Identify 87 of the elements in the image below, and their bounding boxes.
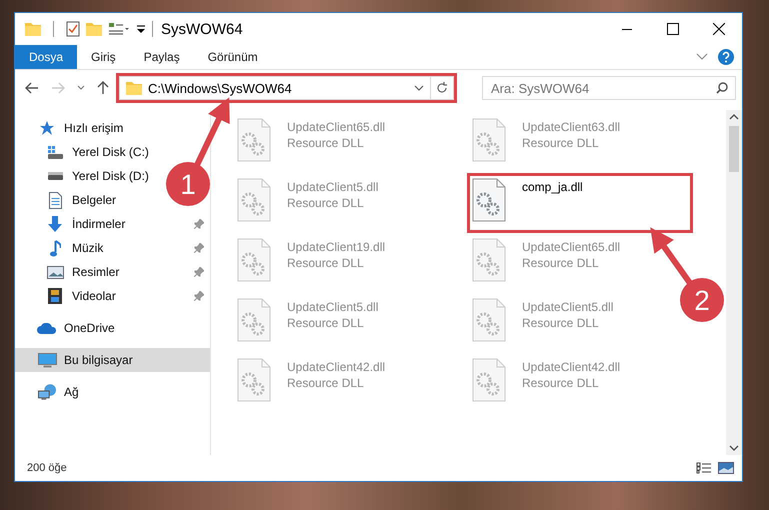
file-name: UpdateClient5.dll	[287, 300, 378, 314]
file-type: Resource DLL	[287, 316, 365, 330]
ribbon-tab[interactable]: Görünüm	[194, 45, 272, 69]
item-count: 200 öğe	[27, 462, 67, 474]
system-drive-icon	[48, 146, 62, 158]
drive-icon	[48, 172, 62, 180]
dll-file-icon	[472, 298, 506, 342]
file-type: Resource DLL	[287, 136, 365, 150]
file-name: UpdateClient65.dll	[287, 120, 386, 134]
file-type: Resource DLL	[287, 256, 365, 270]
step-badge: 2	[680, 278, 724, 322]
dll-file-icon	[472, 238, 506, 282]
file-type: Resource DLL	[287, 196, 365, 210]
scrollbar[interactable]	[726, 110, 742, 455]
search-icon[interactable]	[716, 82, 728, 94]
customize-caret-icon[interactable]	[136, 24, 146, 34]
step-badge: 1	[166, 162, 210, 206]
dll-file-icon	[237, 238, 271, 282]
help-icon[interactable]	[718, 49, 734, 65]
sidebar-item[interactable]: İndirmeler	[15, 212, 210, 236]
dll-file-icon	[237, 298, 271, 342]
file-type: Resource DLL	[522, 136, 600, 150]
dll-file-icon	[472, 178, 506, 222]
sidebar-item[interactable]: Yerel Disk (D:)	[15, 164, 155, 188]
sidebar-item[interactable]: Ağ	[15, 380, 85, 404]
file-name: UpdateClient63.dll	[522, 120, 620, 134]
download-arrow-icon	[48, 216, 62, 232]
large-icons-view-icon[interactable]	[718, 462, 734, 474]
refresh-icon[interactable]	[436, 82, 448, 94]
window-title: SysWOW64	[161, 20, 243, 38]
properties-icon[interactable]	[66, 21, 80, 37]
search-field[interactable]: Ara: SysWOW64	[482, 76, 736, 100]
new-folder-icon	[86, 22, 102, 36]
dll-file-icon	[472, 358, 506, 402]
file-name: UpdateClient19.dll	[287, 240, 386, 254]
view-options-icon[interactable]	[108, 22, 130, 36]
up-arrow-icon[interactable]	[97, 81, 109, 95]
file-type: Resource DLL	[287, 376, 365, 390]
file-name: comp_ja.dll	[522, 180, 583, 194]
ribbon-tab[interactable]: Giriş	[77, 45, 130, 69]
ribbon-tab[interactable]: Paylaş	[130, 45, 194, 69]
file-item[interactable]: comp_ja.dll	[468, 174, 692, 232]
close-icon	[713, 23, 725, 35]
file-type: Resource DLL	[522, 256, 600, 270]
file-name: UpdateClient5.dll	[287, 180, 378, 194]
pin-icon[interactable]	[194, 219, 204, 229]
recent-caret-icon[interactable]	[77, 85, 85, 91]
history-caret-icon[interactable]	[414, 85, 424, 91]
dll-file-icon	[237, 118, 271, 162]
minimize-icon	[622, 28, 632, 30]
pin-icon[interactable]	[194, 267, 204, 277]
file-type: Resource DLL	[522, 376, 600, 390]
folder-icon	[25, 22, 41, 36]
picture-icon	[46, 266, 64, 278]
file-name: UpdateClient5.dll	[522, 300, 614, 314]
back-arrow-icon[interactable]	[25, 82, 39, 94]
sidebar-item[interactable]: Yerel Disk (C:)	[15, 140, 155, 164]
cloud-icon	[37, 322, 57, 334]
network-icon	[38, 384, 56, 400]
sidebar-item[interactable]: Belgeler	[15, 188, 122, 212]
sidebar-item[interactable]: Videolar	[15, 284, 210, 308]
pin-icon[interactable]	[194, 291, 204, 301]
star-icon	[39, 121, 55, 135]
file-name: UpdateClient65.dll	[522, 240, 620, 254]
file-name: UpdateClient42.dll	[287, 360, 386, 374]
dll-file-icon	[472, 118, 506, 162]
sidebar-item[interactable]: Resimler	[15, 260, 210, 284]
file-type: Resource DLL	[522, 316, 600, 330]
dll-file-icon	[237, 358, 271, 402]
address-bar[interactable]: C:\Windows\SysWOW64	[119, 76, 454, 100]
maximize-icon	[667, 23, 679, 35]
music-note-icon	[50, 240, 60, 256]
sidebar-item[interactable]: Bu bilgisayar	[15, 348, 210, 372]
dll-file-icon	[237, 178, 271, 222]
document-icon	[48, 192, 62, 208]
pin-icon[interactable]	[194, 243, 204, 253]
expand-ribbon-icon[interactable]	[696, 53, 708, 61]
monitor-icon	[38, 352, 56, 368]
folder-icon	[126, 81, 142, 95]
sidebar-item[interactable]: Hızlı erişim	[15, 116, 130, 140]
sidebar-item[interactable]: Müzik	[15, 236, 210, 260]
sidebar-item[interactable]: OneDrive	[15, 316, 121, 340]
ribbon-tab[interactable]: Dosya	[15, 45, 78, 69]
details-view-icon[interactable]	[696, 462, 712, 474]
film-icon	[48, 288, 62, 304]
scroll-thumb[interactable]	[729, 126, 739, 172]
file-name: UpdateClient42.dll	[522, 360, 620, 374]
